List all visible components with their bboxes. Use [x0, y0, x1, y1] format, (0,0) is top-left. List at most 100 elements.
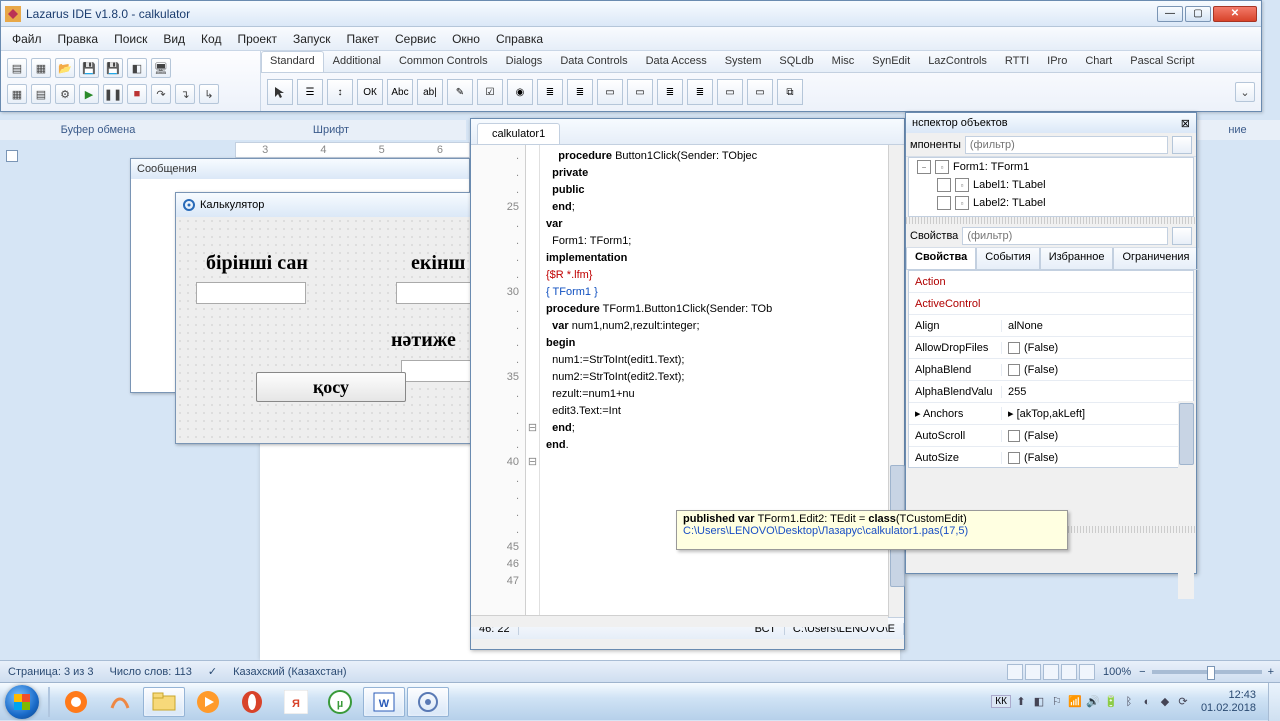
tray-volume-icon[interactable]: 🔊 — [1085, 694, 1101, 710]
object-inspector-window[interactable]: нспектор объектов⊠ мпоненты −▫Form1: TFo… — [905, 112, 1197, 574]
menu-Пакет[interactable]: Пакет — [340, 29, 386, 49]
step-into-button[interactable]: ↴ — [175, 84, 195, 104]
comp-tab-Pascal Script[interactable]: Pascal Script — [1121, 51, 1203, 72]
tree-expand-icon[interactable] — [937, 178, 951, 192]
comp-tab-System[interactable]: System — [716, 51, 771, 72]
ruler-toggle[interactable] — [6, 150, 18, 162]
menu-Код[interactable]: Код — [194, 29, 228, 49]
open-button[interactable]: 📂 — [55, 58, 75, 78]
comp-tab-SQLdb[interactable]: SQLdb — [770, 51, 822, 72]
comp-tab-SynEdit[interactable]: SynEdit — [863, 51, 919, 72]
tree-item[interactable]: ▫Label2: TLabel — [909, 194, 1193, 212]
tb-3[interactable]: ⚙ — [55, 84, 75, 104]
component-tree[interactable]: −▫Form1: TForm1▫Label1: TLabel▫Label2: T… — [908, 157, 1194, 217]
source-tab[interactable]: calkulator1 — [477, 123, 560, 144]
save-button[interactable]: 💾 — [79, 58, 99, 78]
close-button[interactable]: ✕ — [1213, 6, 1257, 22]
oi-scrollbar[interactable] — [1178, 401, 1194, 599]
prop-tab-Избранное[interactable]: Избранное — [1040, 248, 1114, 270]
property-row[interactable]: ▸ Anchors▸ [akTop,akLeft] — [909, 403, 1193, 425]
menu-Правка[interactable]: Правка — [51, 29, 106, 49]
tray-av-icon[interactable]: ◆ — [1157, 694, 1173, 710]
property-row[interactable]: AlphaBlendValu255 — [909, 381, 1193, 403]
property-row[interactable]: Action — [909, 271, 1193, 293]
palette-item-0[interactable]: ☰ — [297, 79, 323, 105]
comp-tab-Misc[interactable]: Misc — [823, 51, 864, 72]
tray-network-icon[interactable]: 📶 — [1067, 694, 1083, 710]
titlebar[interactable]: Lazarus IDE v1.8.0 - calkulator — ▢ ✕ — [1, 1, 1261, 27]
view-web[interactable] — [1043, 664, 1059, 680]
taskbar-word[interactable]: W — [363, 687, 405, 717]
language-status[interactable]: Казахский (Казахстан) — [225, 666, 354, 678]
taskbar-wmp[interactable] — [187, 687, 229, 717]
menu-Проект[interactable]: Проект — [230, 29, 284, 49]
taskbar-lazarus[interactable] — [407, 687, 449, 717]
kosu-button[interactable]: қосу — [256, 372, 406, 402]
zoom-out[interactable]: − — [1139, 666, 1145, 678]
palette-item-5[interactable]: ✎ — [447, 79, 473, 105]
palette-item-2[interactable]: ОК — [357, 79, 383, 105]
palette-item-13[interactable]: ≣ — [687, 79, 713, 105]
tb-2[interactable]: ▤ — [31, 84, 51, 104]
splitter[interactable] — [906, 217, 1196, 224]
start-button[interactable] — [0, 683, 44, 721]
menu-Сервис[interactable]: Сервис — [388, 29, 443, 49]
pause-button[interactable]: ❚❚ — [103, 84, 123, 104]
taskbar-utorrent[interactable]: µ — [319, 687, 361, 717]
property-row[interactable]: AllowDropFiles (False) — [909, 337, 1193, 359]
zoom-in[interactable]: + — [1268, 666, 1274, 678]
palette-item-9[interactable]: ≣ — [567, 79, 593, 105]
palette-item-11[interactable]: ▭ — [627, 79, 653, 105]
comp-tab-Common Controls[interactable]: Common Controls — [390, 51, 497, 72]
tray-action-center-icon[interactable]: ⚐ — [1049, 694, 1065, 710]
view-draft[interactable] — [1079, 664, 1095, 680]
view-fullscreen[interactable] — [1025, 664, 1041, 680]
label1[interactable]: бірінші сан — [206, 252, 308, 275]
tray-nvidia-icon[interactable]: ◐ — [1139, 694, 1155, 710]
menu-Справка[interactable]: Справка — [489, 29, 550, 49]
palette-item-10[interactable]: ▭ — [597, 79, 623, 105]
comp-tab-Dialogs[interactable]: Dialogs — [497, 51, 552, 72]
menu-Вид[interactable]: Вид — [156, 29, 192, 49]
comp-tab-RTTI[interactable]: RTTI — [996, 51, 1038, 72]
property-row[interactable]: AlphaBlend (False) — [909, 359, 1193, 381]
taskbar-aimp[interactable] — [55, 687, 97, 717]
palette-item-1[interactable]: ↕ — [327, 79, 353, 105]
new-form-button[interactable]: ▦ — [31, 58, 51, 78]
label2[interactable]: екінш — [411, 252, 465, 275]
spellcheck-icon[interactable]: ✓ — [200, 665, 225, 678]
palette-item-8[interactable]: ≣ — [537, 79, 563, 105]
palette-chevron[interactable]: ⌄ — [1235, 82, 1255, 102]
language-indicator[interactable]: КК — [991, 695, 1011, 708]
stop-button[interactable]: ■ — [127, 84, 147, 104]
comp-tab-Data Access[interactable]: Data Access — [637, 51, 716, 72]
prop-tab-События[interactable]: События — [976, 248, 1039, 270]
comp-tab-IPro[interactable]: IPro — [1038, 51, 1076, 72]
property-row[interactable]: ActiveControl — [909, 293, 1193, 315]
tree-expand-icon[interactable]: − — [917, 160, 931, 174]
comp-tab-Data Controls[interactable]: Data Controls — [551, 51, 636, 72]
save-all-button[interactable]: 💾 — [103, 58, 123, 78]
label3[interactable]: нәтиже — [391, 329, 456, 352]
view-print-layout[interactable] — [1007, 664, 1023, 680]
tree-item[interactable]: ▫Label1: TLabel — [909, 176, 1193, 194]
palette-item-7[interactable]: ◉ — [507, 79, 533, 105]
property-row[interactable]: AutoScroll (False) — [909, 425, 1193, 447]
palette-item-14[interactable]: ▭ — [717, 79, 743, 105]
step-out-button[interactable]: ↳ — [199, 84, 219, 104]
taskbar-explorer[interactable] — [143, 687, 185, 717]
palette-item-3[interactable]: Abc — [387, 79, 413, 105]
property-row[interactable]: AlignalNone — [909, 315, 1193, 337]
palette-item-6[interactable]: ☑ — [477, 79, 503, 105]
menu-Поиск[interactable]: Поиск — [107, 29, 154, 49]
minimize-button[interactable]: — — [1157, 6, 1183, 22]
zoom-level[interactable]: 100% — [1097, 666, 1137, 678]
taskbar-opera[interactable] — [231, 687, 273, 717]
filter-clear-button[interactable] — [1172, 136, 1192, 154]
oi-close-icon[interactable]: ⊠ — [1181, 117, 1190, 130]
show-desktop-button[interactable] — [1268, 683, 1280, 721]
prop-tab-Ограничения[interactable]: Ограничения — [1113, 248, 1198, 270]
taskbar-paint[interactable] — [99, 687, 141, 717]
palette-item-15[interactable]: ▭ — [747, 79, 773, 105]
property-grid[interactable]: ActionActiveControlAlignalNoneAllowDropF… — [908, 270, 1194, 468]
